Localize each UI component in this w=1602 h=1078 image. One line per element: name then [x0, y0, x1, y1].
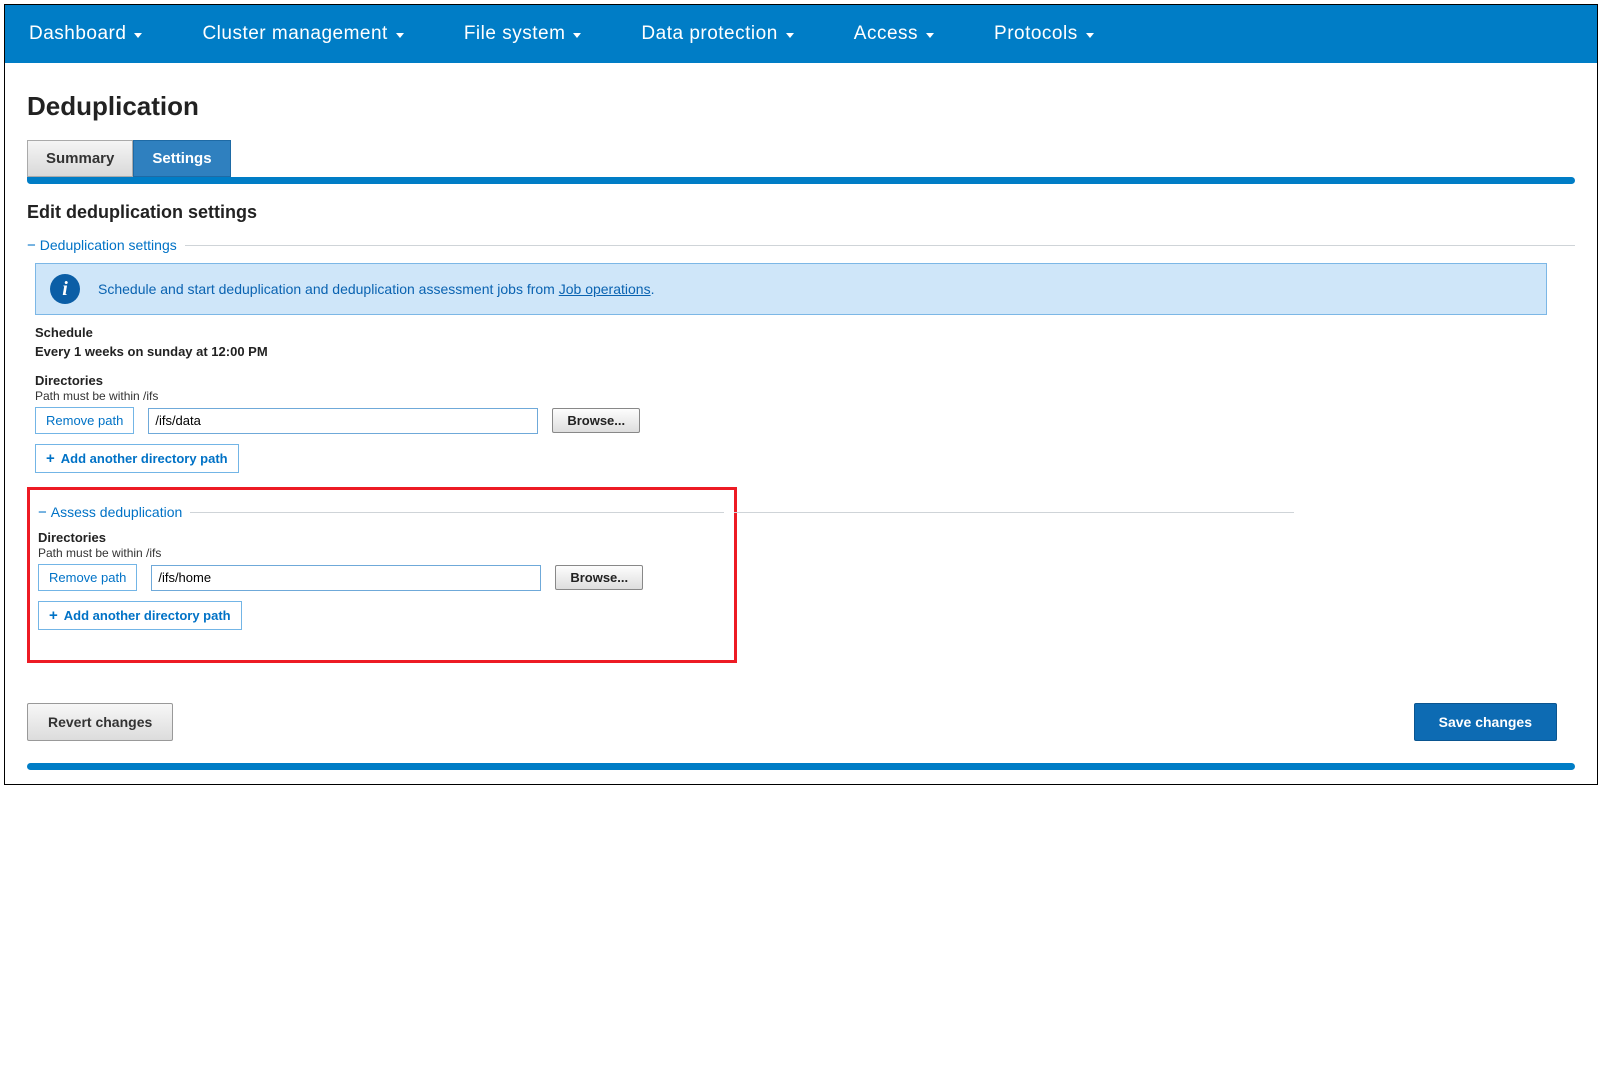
- schedule-value: Every 1 weeks on sunday at 12:00 PM: [35, 344, 1575, 359]
- collapse-icon: −: [38, 505, 47, 520]
- nav-file-system-label: File system: [464, 23, 566, 45]
- assess-directories-hint: Path must be within /ifs: [38, 546, 724, 560]
- tab-settings[interactable]: Settings: [133, 140, 230, 177]
- chevron-down-icon: [396, 33, 404, 38]
- revert-changes-label: Revert changes: [48, 714, 152, 730]
- nav-access-label: Access: [854, 23, 918, 45]
- chevron-down-icon: [573, 33, 581, 38]
- nav-access[interactable]: Access: [854, 23, 934, 45]
- assess-legend: Assess deduplication: [51, 504, 183, 520]
- nav-dashboard[interactable]: Dashboard: [29, 23, 142, 45]
- dedup-remove-path-label: Remove path: [46, 413, 123, 428]
- info-box: i Schedule and start deduplication and d…: [35, 263, 1547, 315]
- collapse-icon: −: [27, 238, 36, 253]
- page-title: Deduplication: [27, 91, 1575, 122]
- tab-summary[interactable]: Summary: [27, 140, 133, 177]
- tabs-rule: [27, 177, 1575, 184]
- info-text: Schedule and start deduplication and ded…: [98, 281, 654, 297]
- schedule-label: Schedule: [35, 325, 1575, 340]
- plus-icon: +: [49, 607, 58, 624]
- assess-path-input[interactable]: [151, 565, 541, 591]
- nav-protocols[interactable]: Protocols: [994, 23, 1094, 45]
- chevron-down-icon: [786, 33, 794, 38]
- dedup-browse-button[interactable]: Browse...: [552, 408, 640, 433]
- assess-remove-path-button[interactable]: Remove path: [38, 564, 137, 591]
- divider: [185, 245, 1575, 246]
- tab-settings-label: Settings: [152, 150, 211, 167]
- section-title: Edit deduplication settings: [27, 202, 1575, 223]
- assess-directories-label: Directories: [38, 530, 724, 545]
- info-prefix: Schedule and start deduplication and ded…: [98, 281, 559, 297]
- footer-actions: Revert changes Save changes: [27, 703, 1575, 757]
- tabs: Summary Settings: [27, 140, 1575, 177]
- plus-icon: +: [46, 450, 55, 467]
- assess-highlight: − Assess deduplication Directories Path …: [27, 487, 737, 663]
- chevron-down-icon: [134, 33, 142, 38]
- nav-cluster-management[interactable]: Cluster management: [202, 23, 403, 45]
- dedup-directories-label: Directories: [35, 373, 1575, 388]
- dedup-remove-path-button[interactable]: Remove path: [35, 407, 134, 434]
- divider: [734, 512, 1294, 513]
- info-icon: i: [50, 274, 80, 304]
- chevron-down-icon: [926, 33, 934, 38]
- top-nav: Dashboard Cluster management File system…: [5, 5, 1597, 63]
- divider: [190, 512, 724, 513]
- nav-cluster-management-label: Cluster management: [202, 23, 387, 45]
- chevron-down-icon: [1086, 33, 1094, 38]
- info-suffix: .: [651, 281, 655, 297]
- dedup-add-path-label: Add another directory path: [61, 451, 228, 466]
- dedup-path-input[interactable]: [148, 408, 538, 434]
- dedup-settings-legend: Deduplication settings: [40, 237, 177, 253]
- nav-file-system[interactable]: File system: [464, 23, 582, 45]
- save-changes-button[interactable]: Save changes: [1414, 703, 1557, 741]
- assess-browse-label: Browse...: [570, 570, 628, 585]
- dedup-directories-hint: Path must be within /ifs: [35, 389, 1575, 403]
- revert-changes-button[interactable]: Revert changes: [27, 703, 173, 741]
- assess-browse-button[interactable]: Browse...: [555, 565, 643, 590]
- tab-summary-label: Summary: [46, 150, 114, 167]
- nav-protocols-label: Protocols: [994, 23, 1078, 45]
- bottom-rule: [27, 763, 1575, 770]
- dedup-add-path-button[interactable]: + Add another directory path: [35, 444, 239, 473]
- assess-remove-path-label: Remove path: [49, 570, 126, 585]
- assess-add-path-label: Add another directory path: [64, 608, 231, 623]
- assess-header[interactable]: − Assess deduplication: [38, 504, 724, 520]
- info-link-job-operations[interactable]: Job operations: [559, 281, 651, 297]
- assess-path-row: Remove path Browse...: [38, 564, 724, 591]
- nav-data-protection[interactable]: Data protection: [641, 23, 793, 45]
- dedup-settings-header[interactable]: − Deduplication settings: [27, 237, 1575, 253]
- nav-dashboard-label: Dashboard: [29, 23, 126, 45]
- dedup-browse-label: Browse...: [567, 413, 625, 428]
- dedup-path-row: Remove path Browse...: [35, 407, 1575, 434]
- nav-data-protection-label: Data protection: [641, 23, 777, 45]
- save-changes-label: Save changes: [1439, 714, 1532, 730]
- assess-add-path-button[interactable]: + Add another directory path: [38, 601, 242, 630]
